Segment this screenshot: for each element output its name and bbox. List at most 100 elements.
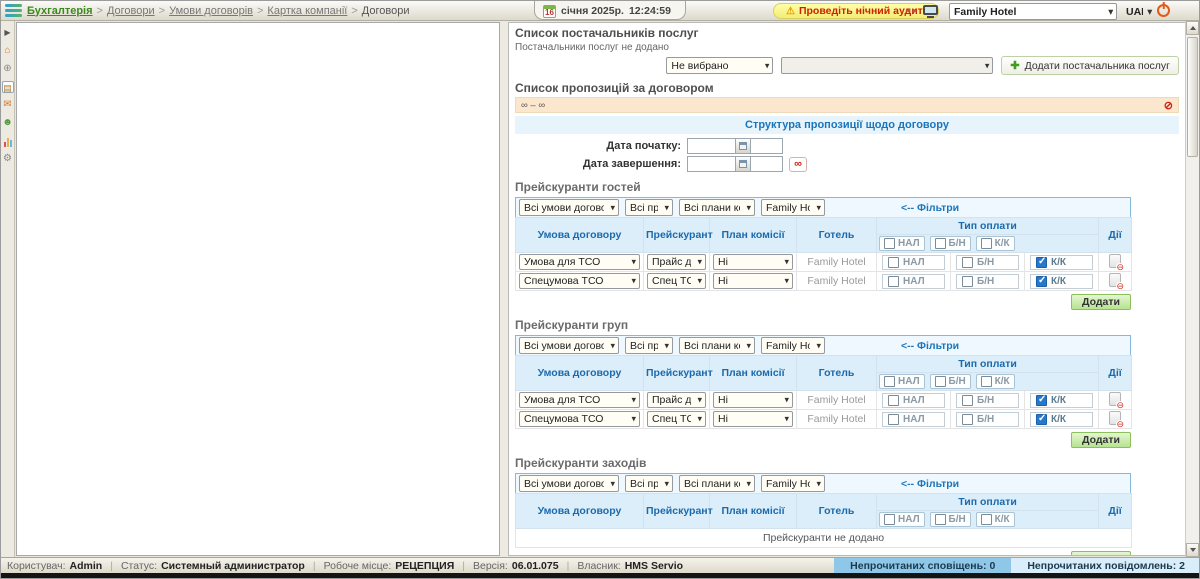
start-date-calendar-button[interactable] <box>735 138 751 154</box>
journal-icon[interactable] <box>2 81 14 93</box>
nav-arrows-icon[interactable] <box>904 6 918 15</box>
monitor-icon[interactable] <box>923 5 938 15</box>
users-icon[interactable] <box>2 117 14 129</box>
filters-toggle-link[interactable]: <-- Фільтри <box>901 340 959 352</box>
bn-checkbox[interactable] <box>962 276 973 287</box>
col-condition: Умова договору <box>516 494 644 529</box>
condition-select[interactable]: Спецумова ТСО <box>519 273 640 289</box>
breadcrumb-contract-terms[interactable]: Умови договорів <box>169 5 253 17</box>
current-time: 12:24:59 <box>629 5 671 17</box>
cancel-proposal-icon[interactable] <box>1164 99 1173 112</box>
filters-toggle-link[interactable]: <-- Фільтри <box>901 478 959 490</box>
plus-icon <box>1010 59 1019 72</box>
chart-icon[interactable] <box>2 135 14 147</box>
header-nal-checkbox[interactable] <box>884 514 895 525</box>
condition-select[interactable]: Спецумова ТСО <box>519 411 640 427</box>
add-guest-pricelist-button[interactable]: Додати <box>1071 294 1131 310</box>
scroll-up-button[interactable] <box>1186 21 1199 35</box>
unread-messages-badge[interactable]: Непрочитаних повідомлень: 2 <box>1011 558 1199 574</box>
nal-checkbox[interactable] <box>888 414 899 425</box>
kk-checkbox[interactable] <box>1036 414 1047 425</box>
pricelist-select[interactable]: Прайс для ТСО <box>647 254 706 270</box>
breadcrumb-contracts[interactable]: Договори <box>107 5 155 17</box>
filter-conditions-select[interactable]: Всі умови договорів <box>519 475 619 492</box>
pricelist-select[interactable]: Спец ТСО <box>647 273 706 289</box>
nal-checkbox[interactable] <box>888 276 899 287</box>
delete-row-icon[interactable] <box>1109 254 1121 268</box>
filter-hotel-select[interactable]: Family Hotel <box>761 337 825 354</box>
nal-checkbox[interactable] <box>888 395 899 406</box>
commission-select[interactable]: Ні <box>713 411 793 427</box>
power-icon[interactable] <box>1157 4 1170 17</box>
filter-hotel-select[interactable]: Family Hotel <box>761 475 825 492</box>
end-date-extra-input[interactable] <box>751 156 783 172</box>
supplier-company-select[interactable] <box>781 57 993 74</box>
unread-notifications-badge[interactable]: Непрочитаних сповіщень: 0 <box>834 558 1011 574</box>
expand-arrow-icon[interactable] <box>2 27 14 39</box>
kk-checkbox[interactable] <box>1036 395 1047 406</box>
filter-commissions-select[interactable]: Всі плани комісій <box>679 337 755 354</box>
breadcrumb-company-card[interactable]: Картка компанії <box>267 5 347 17</box>
status-workplace: Робоче місце:РЕЦЕПЦИЯ <box>324 560 473 572</box>
kk-checkbox[interactable] <box>1036 257 1047 268</box>
header-nal-checkbox[interactable] <box>884 238 895 249</box>
col-condition: Умова договору <box>516 356 644 391</box>
header-nal-checkbox[interactable] <box>884 376 895 387</box>
add-event-pricelist-button[interactable]: Додати <box>1071 551 1131 556</box>
scrollbar-thumb[interactable] <box>1187 37 1198 157</box>
add-group-pricelist-button[interactable]: Додати <box>1071 432 1131 448</box>
condition-select[interactable]: Умова для ТСО <box>519 254 640 270</box>
commission-select[interactable]: Ні <box>713 392 793 408</box>
chat-icon[interactable] <box>2 99 14 111</box>
end-date-input[interactable] <box>687 156 735 172</box>
commission-select[interactable]: Ні <box>713 273 793 289</box>
delete-row-icon[interactable] <box>1109 273 1121 287</box>
start-date-input[interactable] <box>687 138 735 154</box>
header-kk-checkbox[interactable] <box>981 514 992 525</box>
filter-pricelists-select[interactable]: Всі прейскуранти <box>625 475 673 492</box>
header-bn-checkbox[interactable] <box>935 514 946 525</box>
vertical-scrollbar[interactable] <box>1185 21 1199 557</box>
proposal-header-bar[interactable]: ∞ – ∞ <box>515 97 1179 113</box>
delete-row-icon[interactable] <box>1109 392 1121 406</box>
pricelist-select[interactable]: Спец ТСО <box>647 411 706 427</box>
hotel-select[interactable]: Family Hotel <box>949 3 1117 20</box>
events-filter-row: Всі умови договорів Всі прейскуранти Всі… <box>515 473 1131 494</box>
infinity-date-button[interactable] <box>789 157 807 172</box>
nal-checkbox[interactable] <box>888 257 899 268</box>
filters-toggle-link[interactable]: <-- Фільтри <box>901 202 959 214</box>
filter-pricelists-select[interactable]: Всі прейскуранти <box>625 199 673 216</box>
header-bn-checkbox[interactable] <box>935 238 946 249</box>
settings-icon[interactable] <box>2 153 14 165</box>
filter-conditions-select[interactable]: Всі умови договорів <box>519 337 619 354</box>
currency-select[interactable]: UAH <box>1122 3 1155 20</box>
filter-commissions-select[interactable]: Всі плани комісій <box>679 199 755 216</box>
filter-conditions-select[interactable]: Всі умови договорів <box>519 199 619 216</box>
filter-commissions-select[interactable]: Всі плани комісій <box>679 475 755 492</box>
header-kk-checkbox[interactable] <box>981 376 992 387</box>
commission-select[interactable]: Ні <box>713 254 793 270</box>
condition-select[interactable]: Умова для ТСО <box>519 392 640 408</box>
end-date-calendar-button[interactable] <box>735 156 751 172</box>
supplier-type-select[interactable]: Не вибрано <box>666 57 773 74</box>
filter-pricelists-select[interactable]: Всі прейскуранти <box>625 337 673 354</box>
bn-checkbox[interactable] <box>962 414 973 425</box>
scroll-down-button[interactable] <box>1186 543 1199 557</box>
contract-details-panel: Список постачальників послуг Постачальни… <box>508 22 1185 556</box>
home-icon[interactable] <box>2 45 14 57</box>
header-bn-checkbox[interactable] <box>935 376 946 387</box>
bn-checkbox[interactable] <box>962 257 973 268</box>
breadcrumb-accounting[interactable]: Бухгалтерія <box>27 5 93 17</box>
globe-icon[interactable] <box>2 63 14 75</box>
panel-splitter[interactable] <box>500 21 508 557</box>
kk-checkbox[interactable] <box>1036 276 1047 287</box>
delete-row-icon[interactable] <box>1109 411 1121 425</box>
menu-icon[interactable] <box>5 4 22 17</box>
header-kk-checkbox[interactable] <box>981 238 992 249</box>
add-supplier-button[interactable]: Додати постачальника послуг <box>1001 56 1179 75</box>
filter-hotel-select[interactable]: Family Hotel <box>761 199 825 216</box>
pricelist-select[interactable]: Прайс для ТСО <box>647 392 706 408</box>
bn-checkbox[interactable] <box>962 395 973 406</box>
breadcrumb: Бухгалтерія > Договори > Умови договорів… <box>27 5 409 17</box>
start-date-extra-input[interactable] <box>751 138 783 154</box>
